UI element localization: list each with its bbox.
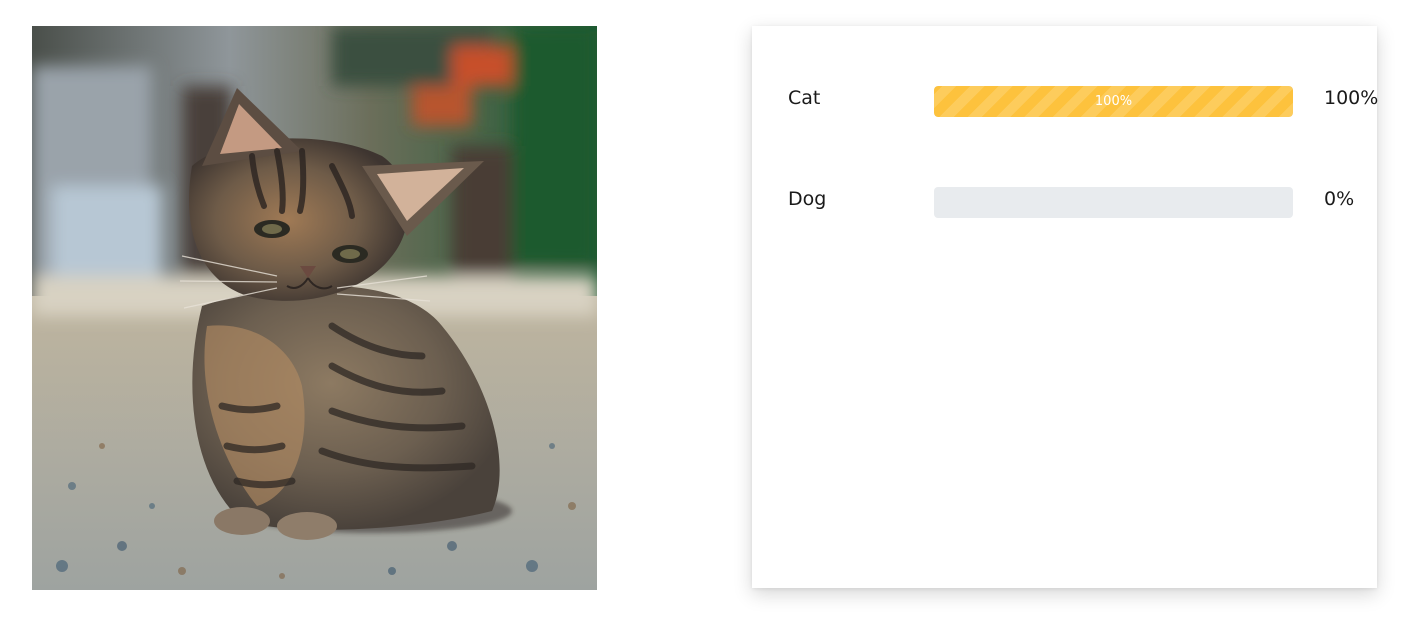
confidence-bar-track bbox=[934, 187, 1293, 218]
confidence-percent: 0% bbox=[1324, 188, 1355, 210]
confidence-bar-text bbox=[934, 187, 1293, 218]
confidence-percent: 100% bbox=[1324, 87, 1379, 109]
class-label: Cat bbox=[788, 87, 821, 109]
confidence-bar-text: 100% bbox=[1094, 94, 1133, 109]
result-row-cat: Cat 100% 100% bbox=[788, 84, 1378, 118]
classification-results-card: Cat 100% 100% Dog 0% bbox=[752, 26, 1378, 588]
confidence-bar-track: 100% bbox=[934, 86, 1293, 117]
result-row-dog: Dog 0% bbox=[788, 185, 1378, 219]
class-label: Dog bbox=[788, 188, 827, 210]
kitten-photo bbox=[32, 26, 597, 590]
